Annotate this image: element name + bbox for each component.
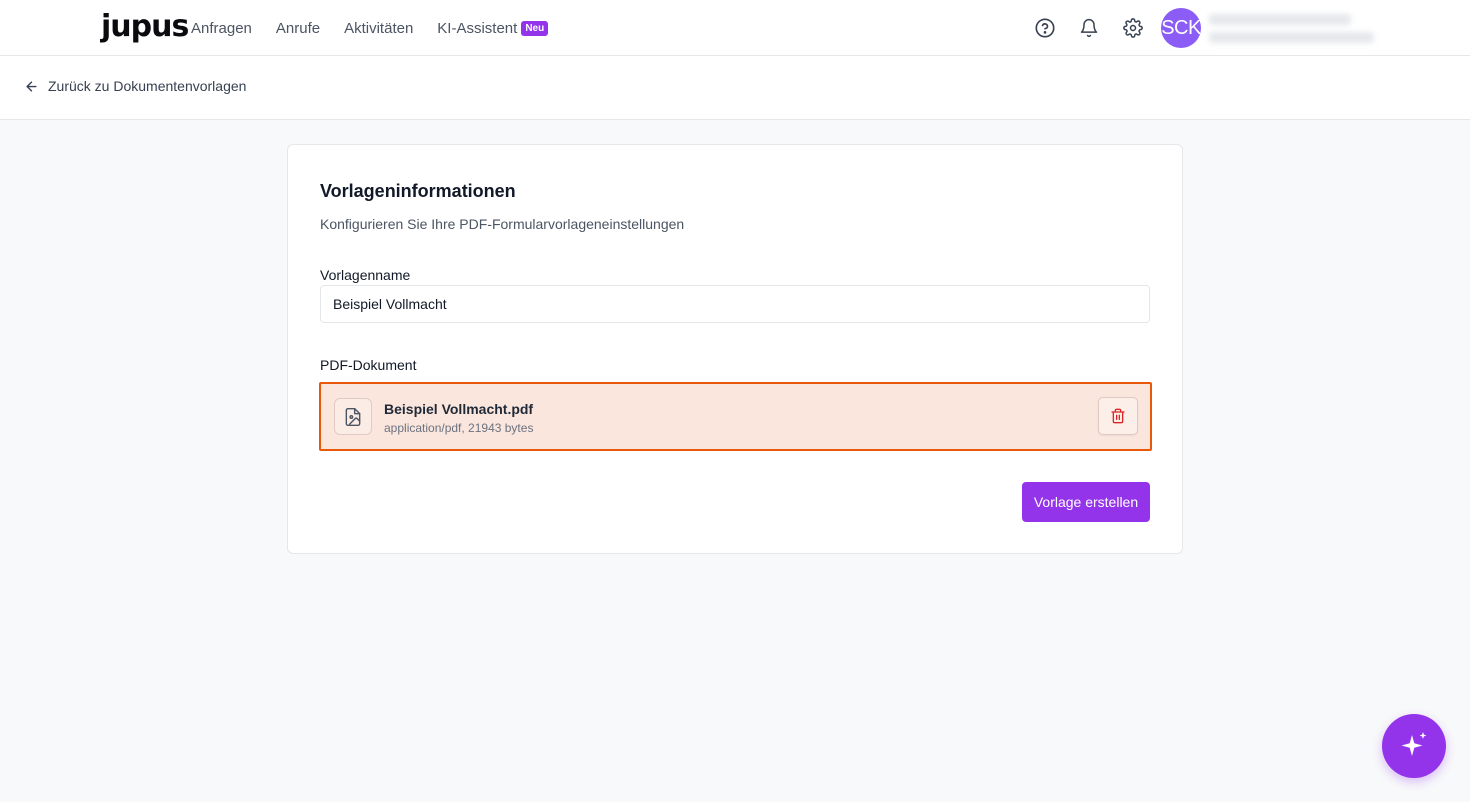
- back-to-templates-link[interactable]: Zurück zu Dokumentenvorlagen: [24, 78, 246, 94]
- file-meta: application/pdf, 21943 bytes: [384, 421, 534, 435]
- bell-icon[interactable]: [1077, 16, 1101, 40]
- help-circle-icon[interactable]: [1033, 16, 1057, 40]
- template-name-label: Vorlagenname: [320, 267, 411, 283]
- card-title: Vorlageninformationen: [320, 181, 516, 201]
- nav-item-label: KI-Assistent: [437, 19, 518, 37]
- pdf-document-label: PDF-Dokument: [320, 357, 417, 373]
- back-link-label: Zurück zu Dokumentenvorlagen: [48, 78, 247, 94]
- gear-icon[interactable]: [1121, 16, 1145, 40]
- ai-assistant-button[interactable]: [1382, 714, 1446, 778]
- trash-icon: [1111, 408, 1125, 424]
- nav-item-aktivitaeten[interactable]: Aktivitäten: [344, 20, 413, 37]
- file-image-icon: [334, 398, 372, 435]
- main-nav: Anfragen Anrufe Aktivitäten KI-Assistent…: [191, 0, 549, 56]
- nav-item-anrufe[interactable]: Anrufe: [276, 20, 320, 37]
- app-logo[interactable]: jupus: [101, 9, 189, 45]
- template-name-input[interactable]: [320, 285, 1150, 323]
- template-info-card: Vorlageninformationen Konfigurieren Sie …: [287, 144, 1183, 554]
- redacted-user-name: [1209, 14, 1351, 25]
- nav-item-ki-assistent[interactable]: KI-Assistent Neu: [437, 19, 549, 37]
- new-badge: Neu: [521, 20, 549, 36]
- create-template-button[interactable]: Vorlage erstellen: [1022, 482, 1150, 522]
- file-name: Beispiel Vollmacht.pdf: [384, 401, 534, 417]
- sparkles-icon: [1401, 732, 1427, 756]
- arrow-left-icon: [26, 80, 37, 92]
- delete-file-button[interactable]: [1098, 397, 1138, 435]
- redacted-user-email: [1209, 32, 1374, 43]
- top-navigation-bar: jupus Anfragen Anrufe Aktivitäten KI-Ass…: [0, 0, 1470, 56]
- card-subtitle: Konfigurieren Sie Ihre PDF-Formularvorla…: [320, 216, 685, 232]
- uploaded-file: Beispiel Vollmacht.pdf application/pdf, …: [319, 382, 1152, 451]
- user-avatar[interactable]: SCK: [1161, 8, 1201, 48]
- back-bar: Zurück zu Dokumentenvorlagen: [0, 56, 1470, 120]
- nav-item-anfragen[interactable]: Anfragen: [191, 20, 252, 37]
